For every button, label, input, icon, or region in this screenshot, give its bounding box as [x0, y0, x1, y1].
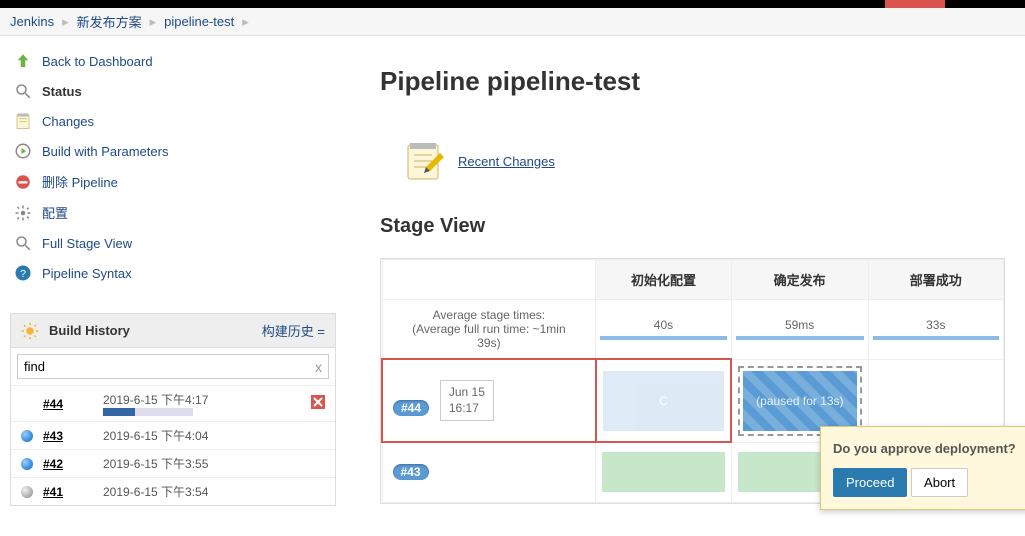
recent-changes-link[interactable]: Recent Changes [458, 154, 555, 169]
status-orb [21, 458, 33, 470]
build-history-row[interactable]: #42 2019-6-15 下午3:55 [11, 449, 335, 477]
build-date: 2019-6-15 下午4:04 [103, 427, 325, 444]
chevron-right-icon: ▸ [62, 14, 69, 30]
status-orb [21, 430, 33, 442]
run-date-chip: Jun 1516:17 [440, 380, 494, 421]
cancel-build-icon[interactable] [311, 395, 325, 412]
build-number[interactable]: #44 [43, 397, 93, 411]
build-number[interactable]: #42 [43, 457, 93, 471]
stage-cell[interactable] [596, 442, 731, 502]
up-arrow-icon [14, 52, 32, 70]
page-title: Pipeline pipeline-test [380, 66, 1005, 97]
main-panel: Pipeline pipeline-test Recent Changes St… [350, 36, 1025, 536]
build-history-title: Build History [49, 323, 130, 338]
run-row-head: #44 Jun 1516:17 [382, 359, 596, 442]
stage-column-header: 确定发布 [731, 260, 868, 300]
crumb-jenkins[interactable]: Jenkins [10, 14, 54, 29]
sidebar-item-build-with-parameters[interactable]: Build with Parameters [42, 144, 168, 159]
clear-filter-icon[interactable]: x [315, 359, 322, 375]
run-badge[interactable]: #43 [393, 464, 429, 480]
build-date: 2019-6-15 下午3:54 [103, 483, 325, 500]
sun-icon [21, 322, 39, 340]
build-history-row[interactable]: #44 2019-6-15 下午4:17 [11, 385, 335, 421]
svg-text:?: ? [20, 268, 26, 280]
sidebar-item-back-to-dashboard[interactable]: Back to Dashboard [42, 54, 153, 69]
sidebar-item-full-stage-view[interactable]: Full Stage View [42, 236, 132, 251]
build-history-row[interactable]: #43 2019-6-15 下午4:04 [11, 421, 335, 449]
stage-avg-cell: 40s [596, 300, 731, 360]
approval-message: Do you approve deployment? [833, 441, 1025, 456]
sidebar: Back to Dashboard Status Changes Build with… [0, 36, 350, 536]
notepad-icon [400, 137, 448, 185]
build-number[interactable]: #43 [43, 429, 93, 443]
build-history-panel: Build History 构建历史 = x #44 2019-6-15 下午4:… [10, 313, 336, 506]
stage-column-header: 初始化配置 [596, 260, 731, 300]
stage-column-header: 部署成功 [868, 260, 1003, 300]
approval-popover: ✖ Do you approve deployment? Proceed Abo… [820, 426, 1025, 510]
build-history-trend-link[interactable]: 构建历史 = [262, 321, 325, 340]
magnifier-icon [14, 82, 32, 100]
build-date: 2019-6-15 下午4:17 [103, 391, 301, 416]
run-row-head: #43 [382, 442, 596, 502]
crumb-folder[interactable]: 新发布方案 [77, 12, 142, 31]
stage-cell[interactable]: C [596, 359, 731, 442]
run-badge[interactable]: #44 [393, 400, 429, 416]
proceed-button[interactable]: Proceed [833, 468, 907, 497]
stage-avg-cell: 59ms [731, 300, 868, 360]
build-filter[interactable]: x [17, 354, 329, 379]
stage-view-heading: Stage View [380, 215, 1005, 238]
sidebar-item-delete-pipeline[interactable]: 删除 Pipeline [42, 172, 118, 191]
chevron-right-icon: ▸ [242, 14, 249, 30]
build-history-row[interactable]: #41 2019-6-15 下午3:54 [11, 477, 335, 505]
question-icon: ? [14, 264, 32, 282]
abort-button[interactable]: Abort [911, 468, 968, 497]
stage-avg-cell: 33s [868, 300, 1003, 360]
avg-stage-label: Average stage times: (Average full run t… [382, 300, 596, 360]
chevron-right-icon: ▸ [150, 14, 157, 30]
breadcrumb: Jenkins ▸ 新发布方案 ▸ pipeline-test ▸ [0, 8, 1025, 36]
build-progress [103, 408, 193, 416]
build-filter-input[interactable] [24, 357, 315, 376]
build-number[interactable]: #41 [43, 485, 93, 499]
stage-corner [382, 260, 596, 300]
gear-icon [14, 204, 32, 222]
sidebar-item-configure[interactable]: 配置 [42, 203, 68, 222]
sidebar-item-status[interactable]: Status [42, 84, 82, 99]
sidebar-item-pipeline-syntax[interactable]: Pipeline Syntax [42, 266, 132, 281]
clock-play-icon [14, 142, 32, 160]
notepad-icon [14, 112, 32, 130]
sidebar-item-changes[interactable]: Changes [42, 114, 94, 129]
status-orb [21, 486, 33, 498]
magnifier-icon [14, 234, 32, 252]
build-date: 2019-6-15 下午3:55 [103, 455, 325, 472]
no-entry-icon [14, 173, 32, 191]
alert-indicator [885, 0, 945, 8]
crumb-job[interactable]: pipeline-test [164, 14, 234, 29]
topbar [0, 0, 1025, 8]
